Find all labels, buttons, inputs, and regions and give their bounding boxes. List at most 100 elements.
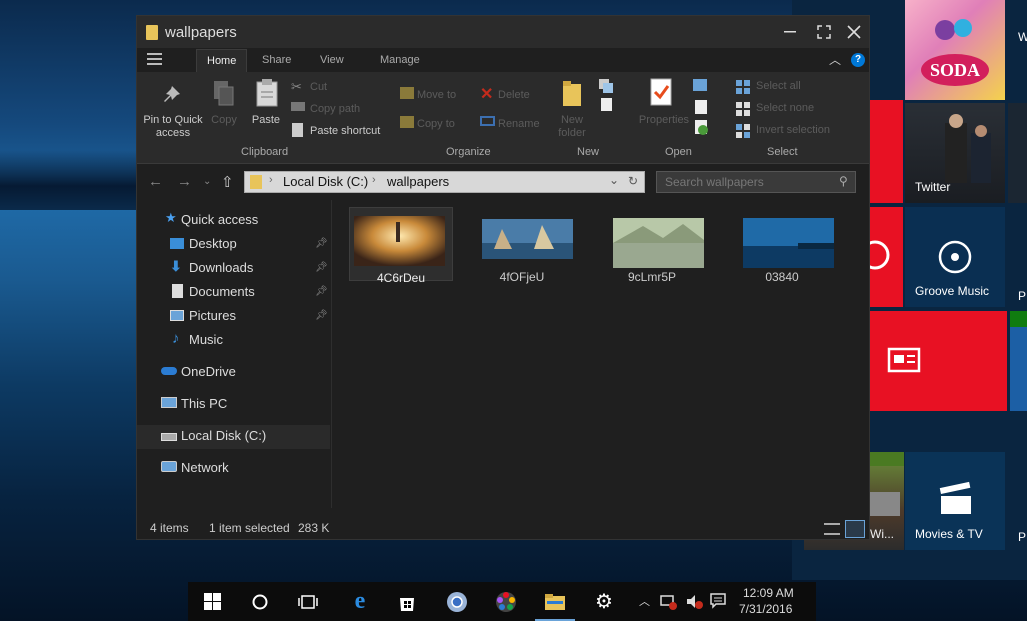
show-hidden-icons-chevron-icon[interactable]: ︿ bbox=[639, 593, 650, 609]
nav-documents[interactable]: Documents bbox=[189, 284, 255, 299]
forward-arrow-icon[interactable]: → bbox=[177, 173, 192, 190]
search-box[interactable]: Search wallpapers ⚲ bbox=[656, 171, 856, 193]
file-explorer-window[interactable]: wallpapers Home Share View Manage ︿ ? Pi… bbox=[136, 15, 870, 540]
tile-movies-label: Movies & TV bbox=[915, 527, 983, 541]
maximize-button[interactable] bbox=[807, 16, 841, 48]
up-arrow-icon[interactable]: ⇧ bbox=[221, 173, 234, 191]
paint-app-taskbar-button[interactable] bbox=[482, 582, 530, 621]
tile-twitter-label: Twitter bbox=[915, 180, 951, 194]
file-explorer-taskbar-button[interactable] bbox=[531, 582, 579, 621]
ribbon-tabs: Home Share View Manage ︿ ? bbox=[137, 48, 869, 72]
tile-partial-right-2[interactable]: P bbox=[1008, 207, 1027, 307]
settings-taskbar-button[interactable]: ⚙ bbox=[580, 582, 628, 621]
path-separator-icon: › bbox=[269, 174, 273, 186]
taskbar: e ⚙ ︿ 12:09 AM 7/31/2016 bbox=[188, 582, 816, 621]
action-center-icon[interactable] bbox=[710, 593, 726, 609]
clipboard-group-label: Clipboard bbox=[241, 146, 289, 158]
minimize-button[interactable] bbox=[773, 16, 807, 48]
copy-icon bbox=[214, 81, 234, 106]
open-item-icons bbox=[693, 79, 708, 135]
cut-icon: ✂ bbox=[291, 79, 302, 94]
tab-home[interactable]: Home bbox=[196, 49, 248, 72]
clock-time[interactable]: 12:09 AM bbox=[743, 586, 794, 600]
start-button[interactable] bbox=[188, 582, 236, 621]
recent-locations-chevron-icon[interactable]: ⌄ bbox=[203, 176, 211, 187]
tab-manage[interactable]: Manage bbox=[370, 49, 430, 72]
tile-partial-right-1[interactable] bbox=[1008, 103, 1027, 203]
breadcrumb-wallpapers[interactable]: wallpapers bbox=[387, 174, 449, 189]
clock-date[interactable]: 7/31/2016 bbox=[739, 602, 792, 616]
tile-red-top[interactable] bbox=[870, 100, 903, 203]
paste-button[interactable]: Paste bbox=[249, 114, 283, 127]
refresh-icon[interactable]: ↻ bbox=[628, 174, 638, 188]
path-separator-icon: › bbox=[372, 174, 376, 186]
nav-desktop[interactable]: Desktop bbox=[189, 236, 237, 251]
move-to-button[interactable]: Move to bbox=[417, 89, 456, 101]
tile-partial-right-4[interactable]: P bbox=[1008, 452, 1027, 550]
tile-partial-right-3[interactable] bbox=[1010, 311, 1027, 411]
edge-taskbar-button[interactable]: e bbox=[336, 582, 384, 621]
delete-button[interactable]: Delete bbox=[498, 89, 530, 101]
select-none-button[interactable]: Select none bbox=[756, 102, 814, 114]
breadcrumb-local-disk[interactable]: Local Disk (C:) bbox=[283, 174, 368, 189]
cut-button[interactable]: Cut bbox=[310, 81, 327, 93]
rename-button[interactable]: Rename bbox=[498, 118, 540, 130]
file-explorer-folder-icon bbox=[545, 593, 565, 610]
pin-to-quick-access-button[interactable]: Pin to Quick access bbox=[141, 114, 205, 140]
tab-view[interactable]: View bbox=[310, 49, 354, 72]
file-item[interactable]: 03840 bbox=[730, 207, 834, 284]
copy-to-button[interactable]: Copy to bbox=[417, 118, 455, 130]
quick-access-star-icon: ★ bbox=[165, 210, 177, 225]
nav-music[interactable]: Music bbox=[189, 332, 223, 347]
nav-this-pc[interactable]: This PC bbox=[181, 396, 227, 411]
file-item[interactable]: 4fOFjeU bbox=[470, 207, 574, 284]
clapperboard-icon bbox=[939, 481, 971, 514]
tile-partial-w[interactable]: W bbox=[1010, 0, 1027, 100]
nav-onedrive[interactable]: OneDrive bbox=[181, 364, 236, 379]
details-view-icon[interactable] bbox=[824, 523, 840, 535]
color-wheel-icon bbox=[496, 591, 516, 612]
copy-path-button[interactable]: Copy path bbox=[310, 103, 360, 115]
paste-shortcut-button[interactable]: Paste shortcut bbox=[310, 125, 380, 137]
tile-movies-tv[interactable]: Movies & TV bbox=[905, 452, 1005, 550]
organize-group-label: Organize bbox=[446, 146, 491, 158]
store-taskbar-button[interactable] bbox=[383, 582, 431, 621]
nav-downloads[interactable]: Downloads bbox=[189, 260, 253, 275]
thumbnail-image bbox=[613, 218, 704, 268]
tile-red-mid[interactable] bbox=[870, 207, 903, 307]
address-dropdown-chevron-icon[interactable]: ⌄ bbox=[609, 173, 619, 187]
nav-pictures[interactable]: Pictures bbox=[189, 308, 236, 323]
minimize-icon bbox=[784, 31, 796, 33]
nav-pane-divider[interactable] bbox=[331, 200, 332, 508]
tile-candy-crush[interactable]: SODA bbox=[905, 0, 1005, 100]
new-folder-button[interactable]: New folder bbox=[555, 114, 589, 140]
invert-selection-button[interactable]: Invert selection bbox=[756, 124, 830, 136]
large-icons-view-icon[interactable] bbox=[845, 520, 865, 538]
help-icon[interactable]: ? bbox=[851, 53, 865, 67]
volume-muted-icon[interactable] bbox=[686, 594, 704, 610]
tab-share[interactable]: Share bbox=[252, 49, 301, 72]
tile-twitter[interactable]: Twitter bbox=[905, 103, 1005, 203]
tile-news[interactable] bbox=[870, 311, 1007, 411]
copy-button[interactable]: Copy bbox=[209, 114, 239, 127]
file-item[interactable]: 4C6rDeu bbox=[349, 207, 453, 285]
file-menu-icon[interactable] bbox=[147, 53, 162, 65]
nav-local-disk[interactable]: Local Disk (C:) bbox=[181, 428, 266, 443]
collapse-ribbon-icon[interactable]: ︿ bbox=[829, 51, 841, 68]
tile-groove-music[interactable]: Groove Music bbox=[905, 207, 1005, 307]
task-view-button[interactable] bbox=[284, 582, 332, 621]
select-all-button[interactable]: Select all bbox=[756, 80, 801, 92]
title-bar[interactable]: wallpapers bbox=[137, 16, 869, 48]
properties-button[interactable]: Properties bbox=[637, 114, 691, 127]
new-group-label: New bbox=[577, 146, 600, 158]
cortana-button[interactable] bbox=[236, 582, 284, 621]
nav-quick-access[interactable]: Quick access bbox=[181, 212, 258, 227]
file-item[interactable]: 9cLmr5P bbox=[600, 207, 704, 284]
close-button[interactable] bbox=[837, 16, 871, 48]
pin-icon: 📌︎ bbox=[315, 310, 328, 321]
network-status-icon[interactable] bbox=[660, 594, 678, 610]
back-arrow-icon[interactable]: ← bbox=[148, 173, 163, 190]
address-path-box[interactable]: › Local Disk (C:) › wallpapers ⌄ ↻ bbox=[244, 171, 645, 193]
chrome-taskbar-button[interactable] bbox=[433, 582, 481, 621]
nav-network[interactable]: Network bbox=[181, 460, 229, 475]
